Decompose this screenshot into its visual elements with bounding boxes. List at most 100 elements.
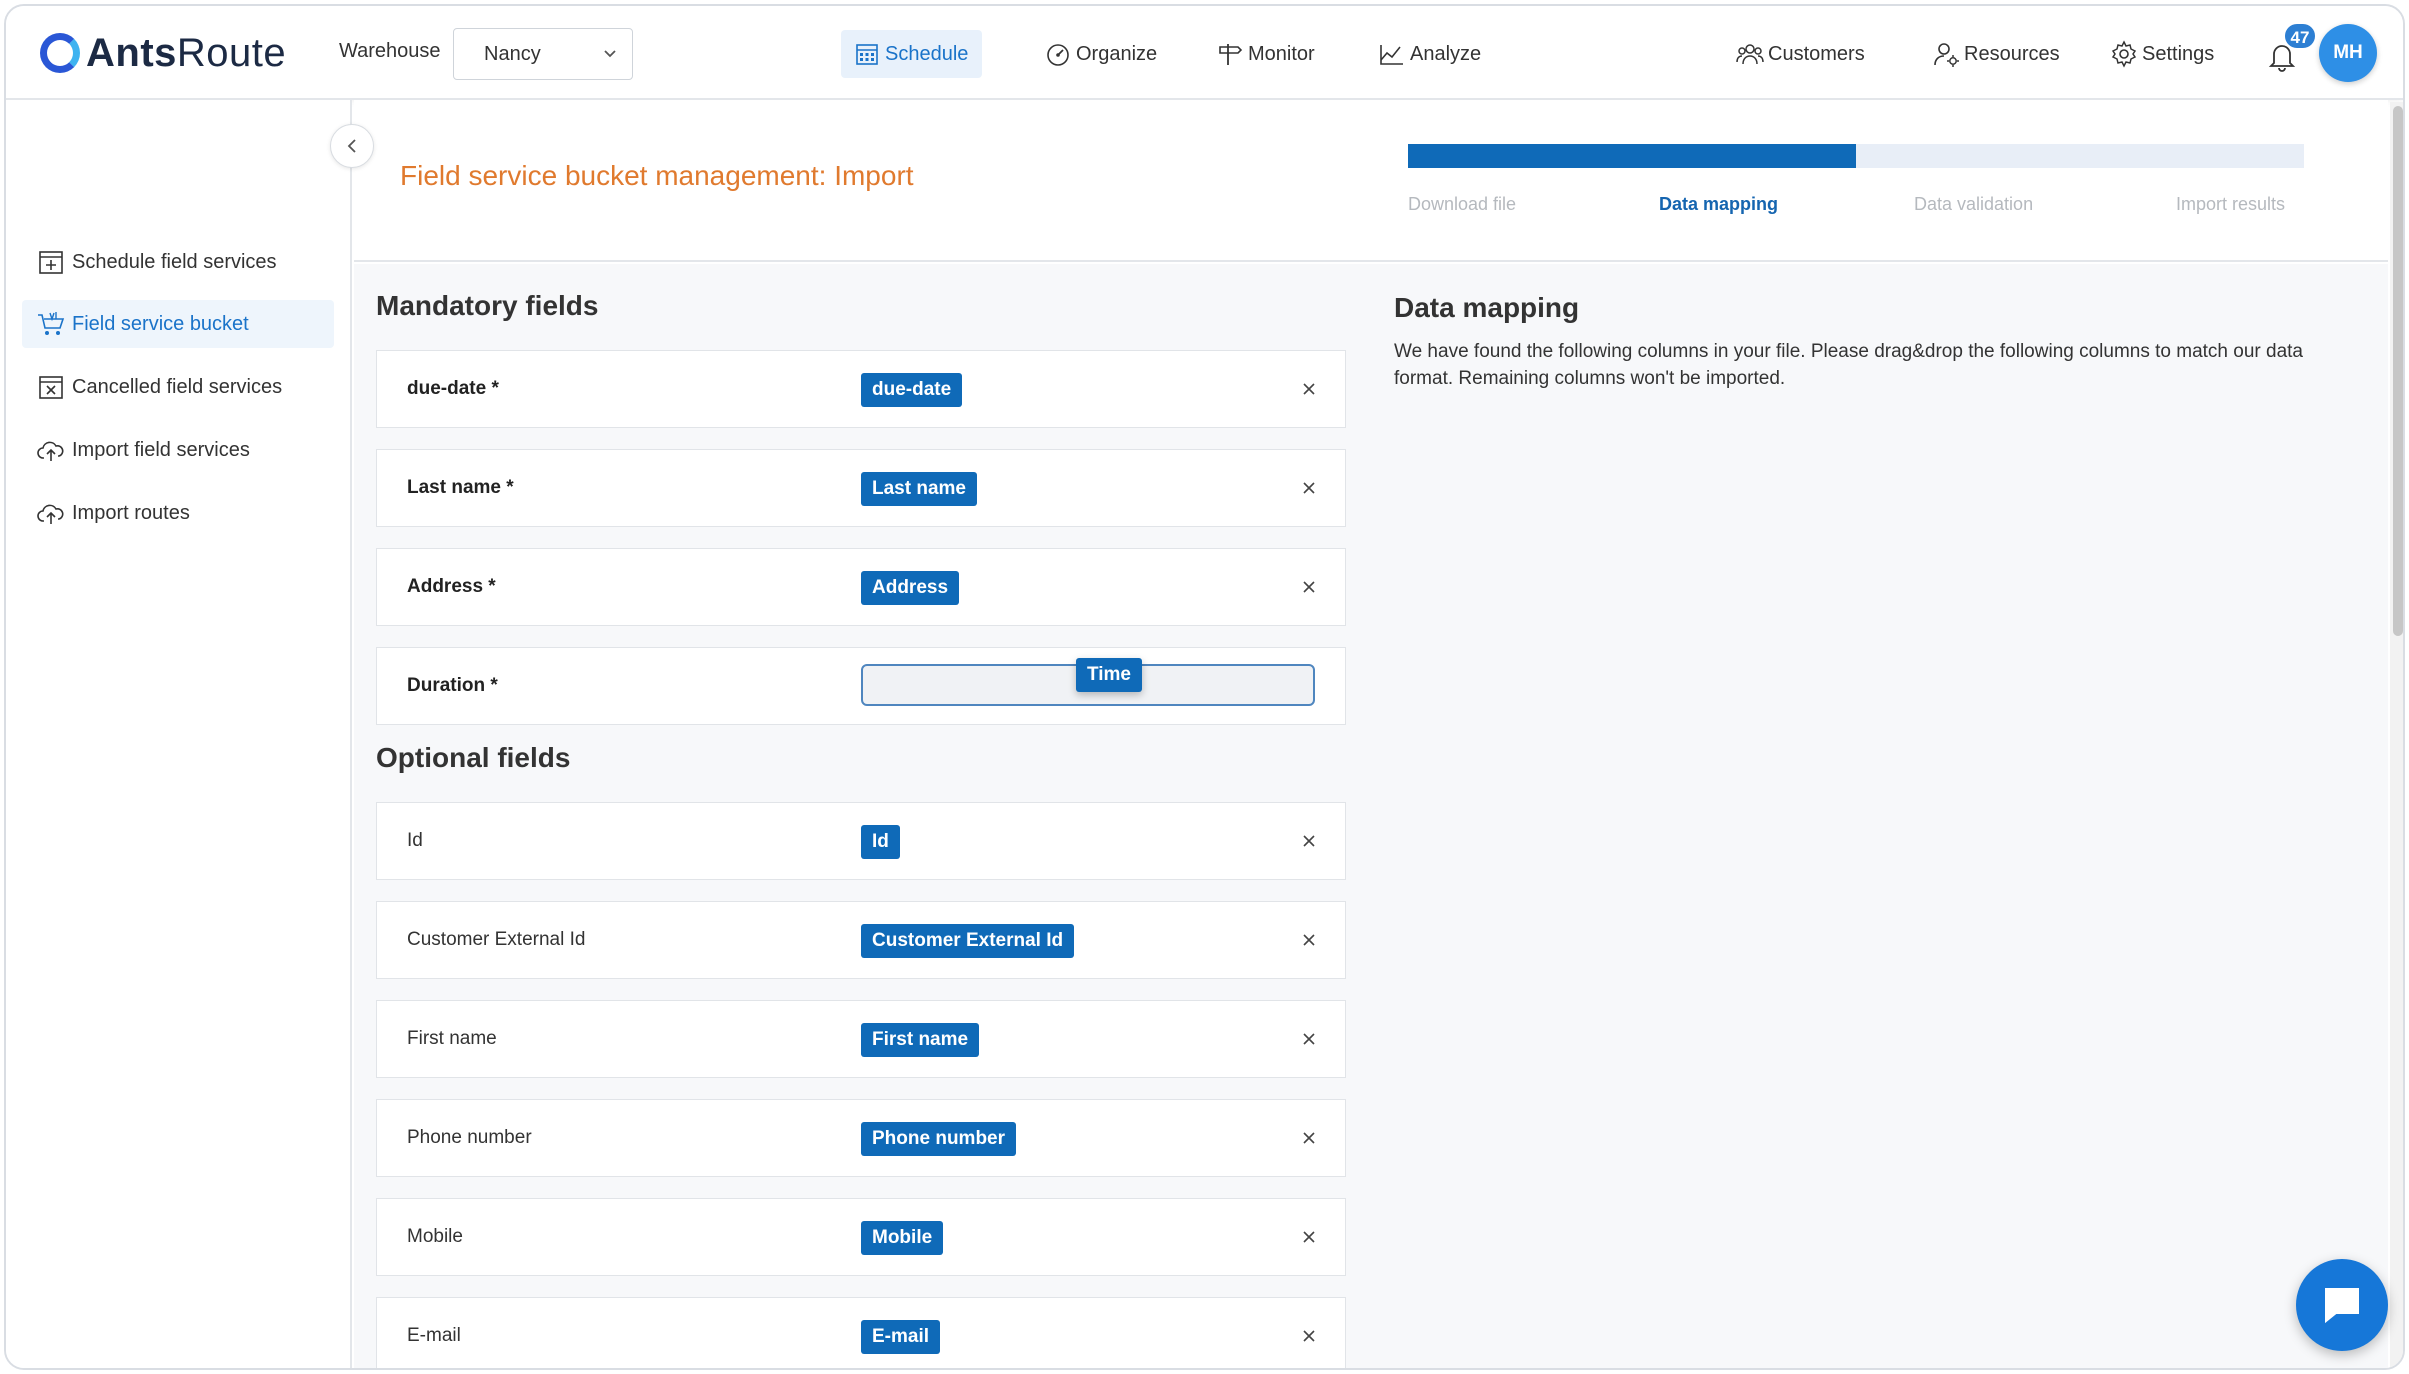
cloud-upload-icon (37, 441, 64, 461)
logo-text-regular: Route (176, 30, 287, 75)
nav-analyze-label: Analyze (1410, 42, 1482, 65)
close-icon[interactable] (1299, 1227, 1319, 1247)
nav-resources-label: Resources (1964, 42, 2060, 65)
mandatory-fields-title: Mandatory fields (376, 290, 599, 321)
field-label: Phone number (407, 1127, 532, 1148)
nav-organize[interactable]: Organize (1032, 30, 1171, 78)
nav-settings[interactable]: Settings (2098, 30, 2228, 78)
nav-schedule[interactable]: Schedule (841, 30, 983, 78)
sidebar-item-label: Cancelled field services (72, 375, 283, 398)
field-label: Last name * (407, 477, 514, 498)
field-row-id: Id Id (376, 802, 1346, 880)
resources-icon (1934, 43, 1959, 67)
calendar-icon (856, 44, 878, 65)
chat-icon (2325, 1288, 2359, 1324)
nav-organize-label: Organize (1076, 42, 1158, 65)
warehouse-label: Warehouse (339, 40, 441, 62)
page-title: Field service bucket management: Import (400, 160, 914, 191)
sidebar-item-import-field-services[interactable]: Import field services (22, 426, 334, 474)
data-mapping-title: Data mapping (1394, 292, 1580, 323)
progress-fill (1408, 144, 1856, 168)
nav-schedule-label: Schedule (885, 42, 969, 65)
gear-icon (2111, 40, 2137, 68)
sidebar-item-label: Import field services (72, 438, 250, 461)
close-icon[interactable] (1299, 1326, 1319, 1346)
step-data-mapping[interactable]: Data mapping (1659, 194, 1778, 215)
sidebar-item-label: Import routes (72, 501, 190, 524)
page-header: Field service bucket management: Import … (354, 100, 2388, 262)
field-row-address: Address * Address (376, 548, 1346, 626)
close-icon[interactable] (1299, 930, 1319, 950)
mapped-column-chip[interactable]: Phone number (861, 1122, 1017, 1156)
step-import-results[interactable]: Import results (2176, 194, 2285, 215)
sidebar-item-label: Schedule field services (72, 250, 277, 273)
field-label: First name (407, 1028, 497, 1049)
step-data-validation[interactable]: Data validation (1914, 194, 2033, 215)
warehouse-select[interactable]: Nancy (453, 28, 633, 80)
nav-resources[interactable]: Resources (1920, 30, 2074, 78)
logo-icon (40, 33, 80, 73)
field-label: Id (407, 830, 423, 851)
step-download-file[interactable]: Download file (1408, 194, 1516, 215)
mapped-column-chip[interactable]: First name (861, 1023, 980, 1057)
cart-icon (38, 312, 65, 335)
sidebar: Schedule field services Field service bu… (6, 100, 352, 1368)
scrollbar-thumb[interactable] (2393, 106, 2403, 636)
mapped-column-chip[interactable]: due-date (861, 373, 963, 407)
close-icon[interactable] (1299, 831, 1319, 851)
nav-settings-label: Settings (2142, 42, 2215, 65)
field-row-duration: Duration * (376, 647, 1346, 725)
cloud-upload-icon (37, 504, 64, 524)
sidebar-item-cancelled-field-services[interactable]: Cancelled field services (22, 363, 334, 411)
nav-analyze[interactable]: Analyze (1366, 30, 1495, 78)
antsroute-logo[interactable]: AntsRoute (40, 28, 286, 78)
calendar-x-icon (39, 376, 63, 399)
field-label: due-date * (407, 378, 499, 399)
close-icon[interactable] (1299, 1029, 1319, 1049)
field-row-due-date: due-date * due-date (376, 350, 1346, 428)
field-row-first-name: First name First name (376, 1000, 1346, 1078)
avatar[interactable]: MH (2319, 24, 2377, 82)
customers-icon (1736, 44, 1764, 65)
sidebar-item-label: Field service bucket (72, 312, 249, 335)
sidebar-item-import-routes[interactable]: Import routes (22, 489, 334, 537)
chart-icon (1380, 45, 1403, 65)
field-label: Duration * (407, 675, 498, 696)
close-icon[interactable] (1299, 478, 1319, 498)
mapped-column-chip[interactable]: Last name (861, 472, 977, 506)
sidebar-item-schedule-field-services[interactable]: Schedule field services (22, 238, 334, 286)
field-row-phone-number: Phone number Phone number (376, 1099, 1346, 1177)
chevron-left-icon (347, 139, 356, 153)
gauge-icon (1047, 44, 1069, 66)
dragging-column-chip[interactable]: Time (1076, 658, 1143, 692)
field-label: Mobile (407, 1226, 463, 1247)
import-progress-bar (1408, 144, 2304, 168)
field-row-email: E-mail E-mail (376, 1297, 1346, 1368)
chevron-down-icon (604, 50, 616, 58)
chat-button[interactable] (2296, 1259, 2388, 1351)
sidebar-item-field-service-bucket[interactable]: Field service bucket (22, 300, 334, 348)
field-row-customer-external-id: Customer External Id Customer External I… (376, 901, 1346, 979)
data-mapping-description: We have found the following columns in y… (1394, 341, 2303, 389)
nav-monitor[interactable]: Monitor (1204, 30, 1329, 78)
top-navigation-bar: AntsRoute Warehouse Nancy Schedule Organ… (6, 6, 2403, 100)
nav-customers[interactable]: Customers (1724, 30, 1879, 78)
warehouse-value: Nancy (484, 43, 541, 65)
mapped-column-chip[interactable]: Mobile (861, 1221, 944, 1255)
mapped-column-chip[interactable]: E-mail (861, 1320, 941, 1354)
mapped-column-chip[interactable]: Address (861, 571, 960, 605)
collapse-sidebar-button[interactable] (330, 124, 374, 168)
vertical-scrollbar[interactable] (2390, 102, 2403, 1368)
close-icon[interactable] (1299, 379, 1319, 399)
field-row-mobile: Mobile Mobile (376, 1198, 1346, 1276)
mapped-column-chip[interactable]: Customer External Id (861, 924, 1075, 958)
nav-customers-label: Customers (1768, 42, 1865, 65)
close-icon[interactable] (1299, 1128, 1319, 1148)
mapped-column-chip[interactable]: Id (861, 825, 900, 859)
field-label: Customer External Id (407, 929, 586, 950)
app-window: AntsRoute Warehouse Nancy Schedule Organ… (4, 4, 2405, 1370)
main-content: Mandatory fields due-date * due-date Las… (354, 264, 2388, 1368)
nav-monitor-label: Monitor (1248, 42, 1315, 65)
logo-text-bold: Ants (86, 30, 177, 75)
close-icon[interactable] (1299, 577, 1319, 597)
